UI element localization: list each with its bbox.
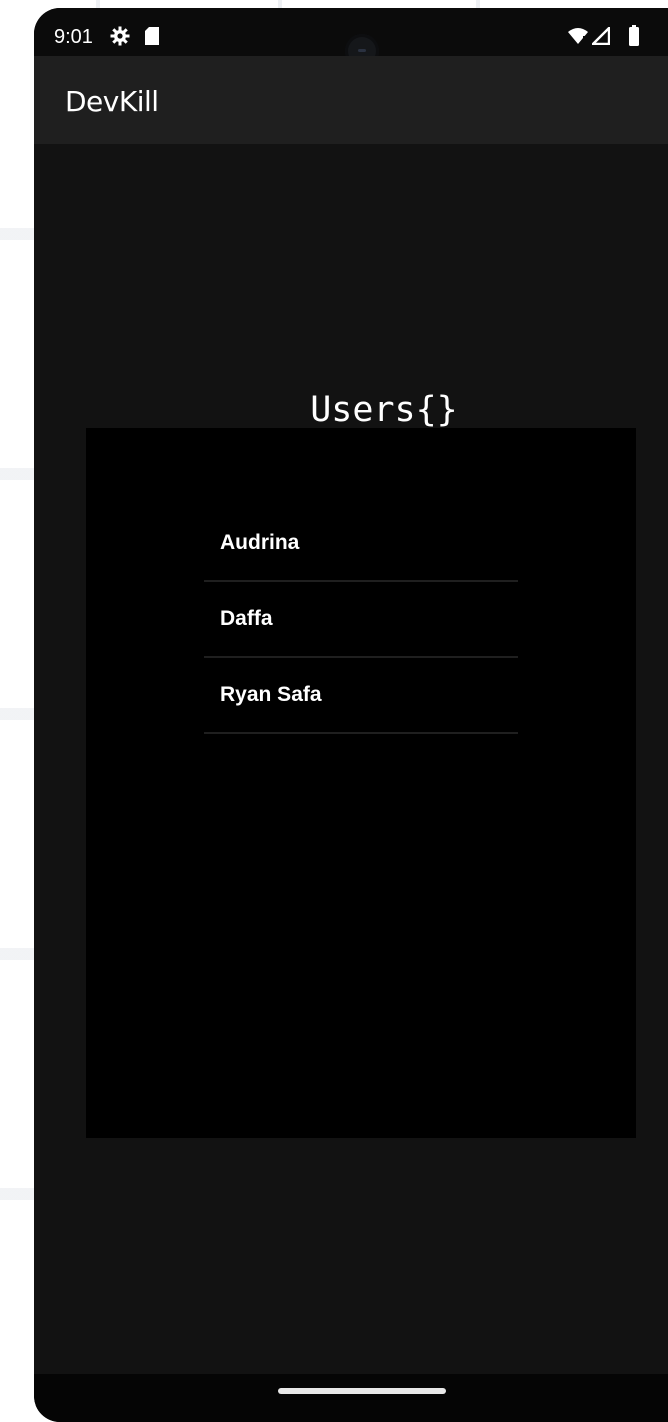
users-heading: Users{} <box>310 390 458 430</box>
battery-icon <box>628 25 640 52</box>
phone-screen: 9:01 DevKill Users{} Audrina Daffa Ryan … <box>34 8 668 1422</box>
navigation-bar <box>34 1374 668 1422</box>
user-list-item[interactable]: Ryan Safa <box>204 658 518 734</box>
home-indicator[interactable] <box>278 1388 446 1394</box>
user-list-item[interactable]: Audrina <box>204 506 518 582</box>
app-title: DevKill <box>65 85 159 118</box>
wifi-icon <box>568 27 588 50</box>
user-list-item[interactable]: Daffa <box>204 582 518 658</box>
user-name: Audrina <box>220 531 300 554</box>
cell-signal-icon <box>590 25 611 50</box>
settings-gear-icon <box>110 26 130 51</box>
main-content: Users{} Audrina Daffa Ryan Safa <box>34 144 668 1374</box>
app-bar: DevKill <box>34 56 668 144</box>
user-list: Audrina Daffa Ryan Safa <box>204 506 518 734</box>
user-name: Daffa <box>220 607 273 630</box>
sd-card-icon <box>144 26 160 51</box>
status-time: 9:01 <box>54 26 93 48</box>
user-name: Ryan Safa <box>220 683 322 706</box>
users-panel: Audrina Daffa Ryan Safa <box>86 428 636 1138</box>
